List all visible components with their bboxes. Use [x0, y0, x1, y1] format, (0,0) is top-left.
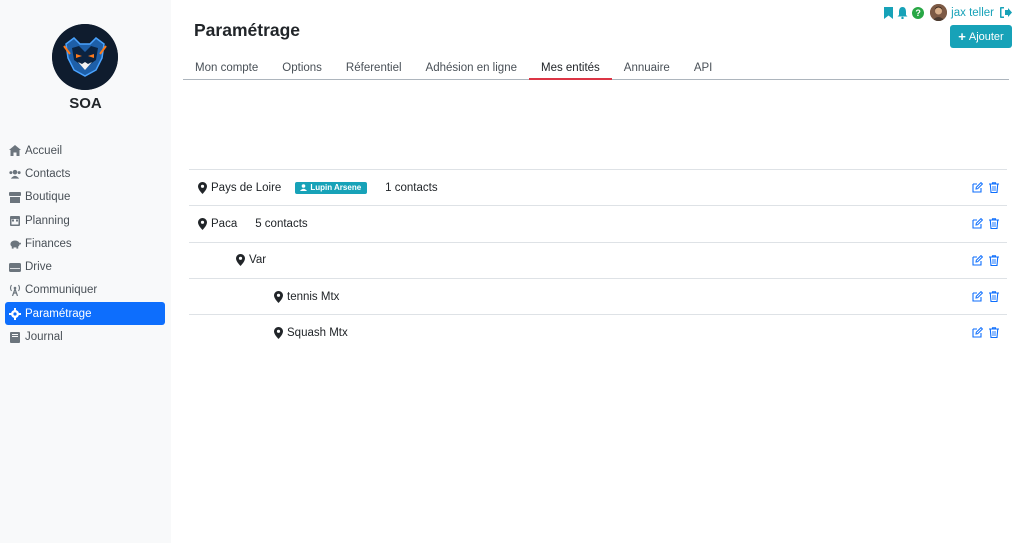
edit-icon[interactable] [972, 218, 983, 229]
logout-icon[interactable] [1000, 7, 1012, 18]
row-actions [966, 206, 999, 241]
book-icon [9, 331, 21, 343]
row-actions [966, 170, 999, 205]
sidebar: SOA Accueil Contacts Boutique Planning F… [0, 0, 171, 543]
broadcast-icon [9, 284, 21, 297]
entity-name[interactable]: Var [249, 254, 266, 266]
trash-icon[interactable] [989, 327, 999, 339]
sidebar-item-drive[interactable]: Drive [5, 255, 165, 278]
tab-api[interactable]: API [682, 58, 725, 80]
contacts-count: 5 contacts [255, 217, 308, 230]
trash-icon[interactable] [989, 218, 999, 230]
tab-options[interactable]: Options [270, 58, 334, 80]
tab-adhesion-en-ligne[interactable]: Adhésion en ligne [414, 58, 529, 80]
sidebar-item-communiquer[interactable]: Communiquer [5, 279, 165, 302]
row-actions [966, 279, 999, 314]
map-pin-icon [274, 290, 283, 303]
map-pin-icon [274, 326, 283, 339]
sidebar-item-label: Journal [25, 331, 63, 344]
map-pin-icon [236, 254, 245, 267]
top-bar: ? jax teller [880, 4, 1012, 21]
entity-row: Var [189, 241, 1007, 278]
badge-label: Lupin Arsene [310, 183, 362, 193]
sidebar-item-boutique[interactable]: Boutique [5, 186, 165, 209]
bookmark-icon[interactable] [884, 6, 894, 19]
manager-badge[interactable]: Lupin Arsene [295, 181, 368, 194]
row-actions [966, 315, 999, 350]
plus-icon: + [958, 29, 966, 44]
add-button-label: Ajouter [968, 30, 1004, 43]
sidebar-item-planning[interactable]: Planning [5, 209, 165, 232]
edit-icon[interactable] [972, 254, 983, 266]
avatar[interactable] [930, 4, 948, 21]
users-icon [9, 168, 21, 180]
entity-name[interactable]: Pays de Loire [211, 182, 281, 194]
sidebar-item-label: Paramétrage [25, 307, 92, 320]
map-pin-icon [198, 181, 207, 194]
user-icon [300, 184, 308, 192]
sidebar-item-journal[interactable]: Journal [5, 325, 165, 348]
row-actions [966, 243, 999, 278]
sidebar-item-accueil[interactable]: Accueil [5, 139, 165, 162]
entity-name[interactable]: tennis Mtx [287, 291, 339, 303]
tab-mes-entites[interactable]: Mes entités [528, 58, 612, 80]
gear-icon [9, 307, 21, 320]
entity-row: Squash Mtx [189, 314, 1007, 350]
edit-icon[interactable] [972, 327, 983, 338]
map-pin-icon [198, 217, 207, 230]
contacts-count: 1 contacts [385, 181, 438, 194]
page-title: Paramétrage [194, 20, 301, 40]
home-icon [9, 145, 21, 157]
tab-mon-compte[interactable]: Mon compte [183, 58, 270, 80]
trash-icon[interactable] [989, 291, 999, 303]
trash-icon[interactable] [989, 254, 999, 266]
entity-row: Paca 5 contacts [189, 205, 1007, 241]
sidebar-item-label: Planning [25, 214, 70, 227]
tab-referentiel[interactable]: Réferentiel [334, 58, 414, 80]
org-name: SOA [69, 95, 102, 112]
sidebar-item-parametrage[interactable]: Paramétrage [5, 302, 165, 326]
entity-list: Pays de Loire Lupin Arsene 1 contacts Pa… [189, 169, 1007, 350]
help-icon[interactable]: ? [912, 6, 925, 19]
sidebar-item-contacts[interactable]: Contacts [5, 162, 165, 185]
tab-annuaire[interactable]: Annuaire [612, 58, 682, 80]
username-link[interactable]: jax teller [951, 7, 994, 19]
sidebar-item-label: Communiquer [25, 284, 98, 297]
entity-row: tennis Mtx [189, 277, 1007, 314]
hdd-icon [9, 261, 21, 273]
entity-name[interactable]: Paca [211, 218, 237, 230]
help-label: ? [912, 6, 925, 19]
edit-icon[interactable] [972, 291, 983, 302]
sidebar-item-label: Finances [25, 237, 72, 250]
trash-icon[interactable] [989, 182, 999, 194]
bell-icon[interactable] [897, 6, 908, 19]
sidebar-nav: Accueil Contacts Boutique Planning Finan… [5, 139, 165, 349]
org-logo[interactable] [52, 24, 118, 90]
sidebar-item-label: Contacts [25, 167, 71, 180]
entity-name[interactable]: Squash Mtx [287, 327, 348, 339]
piggy-bank-icon [9, 238, 21, 250]
edit-icon[interactable] [972, 182, 983, 193]
sidebar-item-label: Accueil [25, 144, 63, 157]
store-icon [9, 191, 21, 203]
add-button[interactable]: + Ajouter [950, 25, 1012, 48]
calendar-icon [9, 215, 21, 227]
sidebar-item-label: Boutique [25, 191, 71, 204]
sidebar-item-finances[interactable]: Finances [5, 232, 165, 255]
entity-row: Pays de Loire Lupin Arsene 1 contacts [189, 169, 1007, 205]
sidebar-item-label: Drive [25, 261, 52, 274]
tab-bar: Mon compte Options Réferentiel Adhésion … [183, 58, 1009, 80]
